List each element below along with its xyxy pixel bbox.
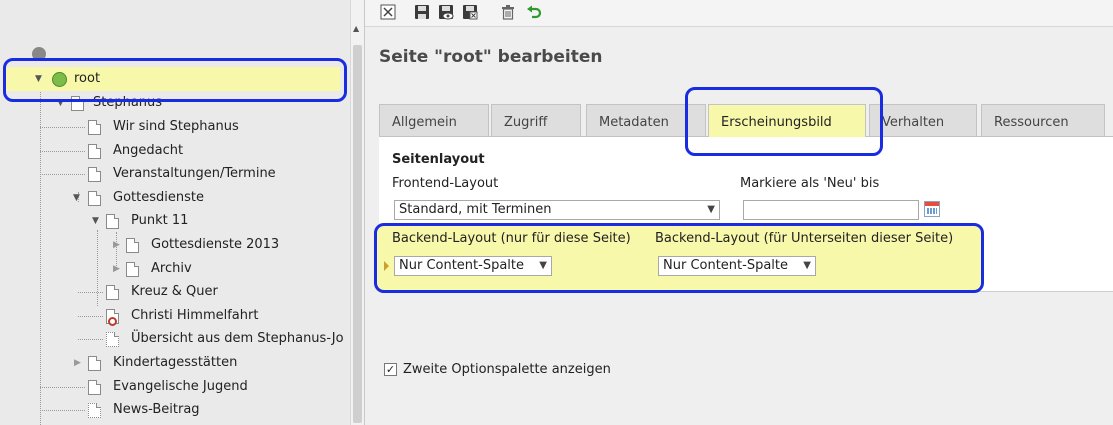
triangle-marker-icon [384, 261, 389, 271]
chevron-down-icon: ▼ [707, 204, 715, 215]
tree-node-stephanus[interactable]: ▼ Stephanus [55, 92, 345, 114]
tree-node-label: Kreuz & Quer [131, 284, 218, 299]
page-icon [126, 262, 139, 277]
tree-node-site[interactable] [30, 45, 340, 67]
globe-icon [32, 47, 46, 61]
neu-date-input[interactable] [743, 200, 919, 220]
page-icon [88, 356, 101, 371]
tab-metadaten[interactable]: Metadaten [586, 104, 706, 137]
shortcut-page-icon [88, 380, 101, 395]
tree-node-label: Veranstaltungen/Termine [113, 166, 276, 181]
collapse-icon[interactable]: ▼ [35, 68, 42, 90]
backend-subpages-layout-label: Backend-Layout (für Unterseiten dieser S… [655, 231, 954, 246]
tree-node-label: Übersicht aus dem Stephanus-Jo [131, 331, 344, 346]
save-icon[interactable] [413, 3, 431, 21]
tree-node[interactable]: Übersicht aus dem Stephanus-Jo [106, 328, 348, 350]
page-icon [88, 191, 101, 206]
frontend-layout-select[interactable]: Standard, mit Terminen ▼ [394, 200, 720, 220]
tab-verhalten[interactable]: Verhalten [869, 104, 977, 137]
tab-ressourcen[interactable]: Ressourcen [981, 104, 1105, 137]
page-icon [126, 238, 139, 253]
tree-node[interactable]: Angedacht [88, 140, 348, 162]
second-options-label: Zweite Optionspalette anzeigen [403, 362, 611, 377]
expand-icon[interactable]: ▶ [74, 352, 81, 374]
collapse-icon[interactable]: ▼ [73, 187, 80, 209]
edit-page-form: Seite "root" bearbeiten Allgemein Zugrif… [365, 27, 1113, 425]
root-page-icon [52, 72, 67, 87]
tree-node-label: Wir sind Stephanus [113, 119, 239, 134]
scroll-thumb[interactable] [353, 45, 362, 423]
tree-node-label: Kindertagesstätten [113, 355, 238, 370]
close-icon[interactable] [379, 3, 397, 21]
tree-node-label: Archiv [151, 261, 192, 276]
clock-icon [108, 317, 117, 326]
save-close-icon[interactable] [461, 3, 479, 21]
tree-node-label: Punkt 11 [131, 213, 189, 228]
tree-node-label: Evangelische Jugend [113, 379, 248, 394]
tree-scrollbar[interactable]: ▲ [350, 0, 364, 425]
page-icon [106, 332, 119, 347]
tree-node-label: News-Beitrag [113, 402, 200, 417]
tree-node[interactable]: ▼ Gottesdienste [72, 187, 348, 209]
backend-subpages-layout-select[interactable]: Nur Content-Spalte ▼ [658, 256, 816, 276]
calendar-icon[interactable] [924, 201, 940, 217]
tree-node[interactable]: Christi Himmelfahrt [106, 305, 348, 327]
chevron-down-icon: ▼ [803, 260, 811, 271]
page-icon [88, 167, 101, 182]
neu-label: Markiere als 'Neu' bis [740, 176, 880, 191]
tree-node[interactable]: ▶ Kindertagesstätten [72, 352, 348, 374]
page-title: Seite "root" bearbeiten [379, 47, 603, 67]
tree-node-label: Gottesdienste 2013 [151, 237, 280, 252]
tree-node-label: Stephanus [93, 95, 163, 110]
chevron-down-icon: ▼ [539, 260, 547, 271]
page-icon [88, 120, 101, 135]
tree-node-label: root [74, 71, 101, 86]
tree-node[interactable]: ▼ Punkt 11 [92, 210, 348, 232]
backend-layout-value: Nur Content-Spalte [399, 258, 525, 273]
tree-node[interactable]: ▶ Archiv [112, 258, 348, 280]
expand-icon[interactable]: ▶ [113, 258, 120, 280]
backend-subpages-layout-value: Nur Content-Spalte [663, 258, 789, 273]
backend-layout-label: Backend-Layout (nur für diese Seite) [392, 231, 631, 246]
frontend-layout-label: Frontend-Layout [392, 176, 499, 191]
shortcut-page-icon [71, 96, 84, 111]
tree-node[interactable]: Kreuz & Quer [106, 281, 348, 303]
collapse-icon[interactable]: ▼ [57, 92, 64, 114]
page-icon [106, 285, 119, 300]
expand-icon[interactable]: ▶ [113, 234, 120, 256]
tree-node[interactable]: News-Beitrag [88, 399, 348, 421]
tree-node-label: Angedacht [113, 143, 184, 158]
tab-zugriff[interactable]: Zugriff [491, 104, 581, 137]
section-heading: Seitenlayout [392, 152, 485, 167]
toolbar [365, 0, 1113, 27]
save-view-icon[interactable] [437, 3, 455, 21]
tree-node-label: Christi Himmelfahrt [131, 308, 259, 323]
undo-icon[interactable] [525, 3, 543, 21]
tree-node[interactable]: ▶ Gottesdienste 2013 [112, 234, 348, 256]
tree-node-label: Gottesdienste [113, 190, 204, 205]
tree-node[interactable]: Evangelische Jugend [88, 376, 348, 398]
tree-node[interactable]: Wir sind Stephanus [88, 116, 348, 138]
page-icon [88, 403, 101, 418]
scroll-up-icon[interactable]: ▲ [353, 24, 359, 33]
page-icon [106, 214, 119, 229]
tab-panel: Seitenlayout Frontend-Layout Standard, m… [374, 136, 1113, 293]
tree-node-root[interactable]: ▼ root [30, 68, 330, 90]
tab-allgemein[interactable]: Allgemein [379, 104, 489, 137]
delete-icon[interactable] [499, 3, 517, 21]
backend-layout-select[interactable]: Nur Content-Spalte ▼ [394, 256, 552, 276]
page-icon [88, 144, 101, 159]
tab-erscheinungsbild[interactable]: Erscheinungsbild [708, 104, 866, 137]
frontend-layout-value: Standard, mit Terminen [399, 202, 552, 217]
second-options-checkbox[interactable]: ✓ [384, 363, 397, 376]
collapse-icon[interactable]: ▼ [92, 210, 99, 232]
page-tree: ▼ root ▼ Stephanus Wir sind Stephanus An… [0, 0, 350, 425]
tree-node[interactable]: Veranstaltungen/Termine [88, 163, 348, 185]
